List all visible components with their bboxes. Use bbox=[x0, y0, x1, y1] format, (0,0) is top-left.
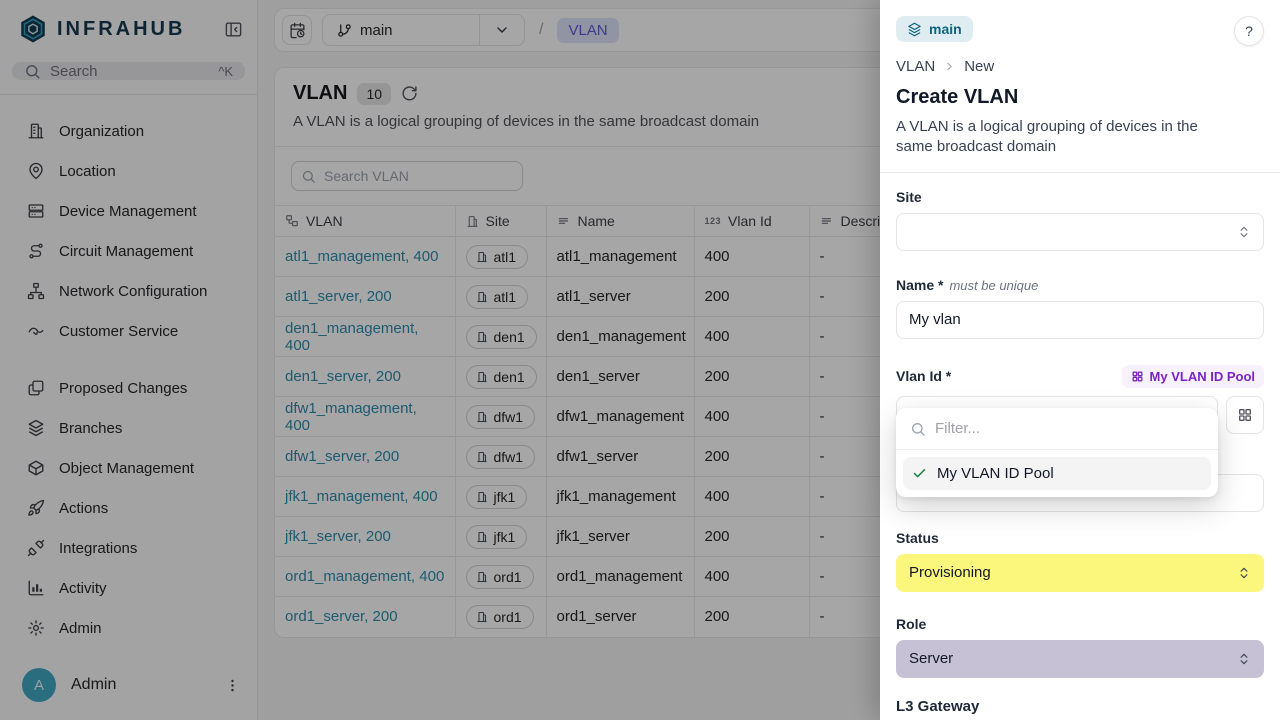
name-input[interactable] bbox=[896, 301, 1264, 339]
pool-filter-box[interactable] bbox=[896, 408, 1218, 450]
pool-badge[interactable]: My VLAN ID Pool bbox=[1122, 365, 1264, 388]
role-select[interactable]: Server bbox=[896, 640, 1264, 678]
branch-badge: main bbox=[896, 16, 973, 42]
breadcrumb-current: New bbox=[964, 58, 994, 75]
pool-option[interactable]: My VLAN ID Pool bbox=[903, 457, 1211, 490]
panel-description: A VLAN is a logical grouping of devices … bbox=[896, 117, 1236, 158]
l3-gateway-label: L3 Gateway bbox=[896, 698, 1264, 715]
grid-icon bbox=[1131, 370, 1144, 383]
vlan-id-label: Vlan Id * bbox=[896, 368, 951, 384]
check-icon bbox=[912, 466, 927, 481]
role-label: Role bbox=[896, 616, 1264, 632]
pool-dropdown: My VLAN ID Pool bbox=[896, 408, 1218, 497]
status-select[interactable]: Provisioning bbox=[896, 554, 1264, 592]
panel-breadcrumb: VLAN New bbox=[896, 58, 1264, 75]
breadcrumb-parent[interactable]: VLAN bbox=[896, 58, 935, 75]
search-icon bbox=[910, 421, 926, 437]
panel-title: Create VLAN bbox=[896, 86, 1264, 109]
help-button[interactable]: ? bbox=[1234, 16, 1264, 46]
chevrons-up-down-icon bbox=[1237, 225, 1251, 239]
grid-icon bbox=[1237, 407, 1253, 423]
pool-picker-button[interactable] bbox=[1226, 396, 1264, 434]
chevrons-up-down-icon bbox=[1237, 566, 1251, 580]
site-select[interactable] bbox=[896, 213, 1264, 251]
create-vlan-panel: main ? VLAN New Create VLAN A VLAN is a … bbox=[880, 0, 1280, 720]
name-hint: must be unique bbox=[949, 278, 1038, 293]
name-label: Name *must be unique bbox=[896, 277, 1264, 293]
status-label: Status bbox=[896, 530, 1264, 546]
chevron-right-icon bbox=[943, 60, 956, 73]
pool-filter-input[interactable] bbox=[935, 420, 1204, 437]
site-label: Site bbox=[896, 189, 1264, 205]
chevrons-up-down-icon bbox=[1237, 652, 1251, 666]
layers-icon bbox=[907, 22, 922, 37]
